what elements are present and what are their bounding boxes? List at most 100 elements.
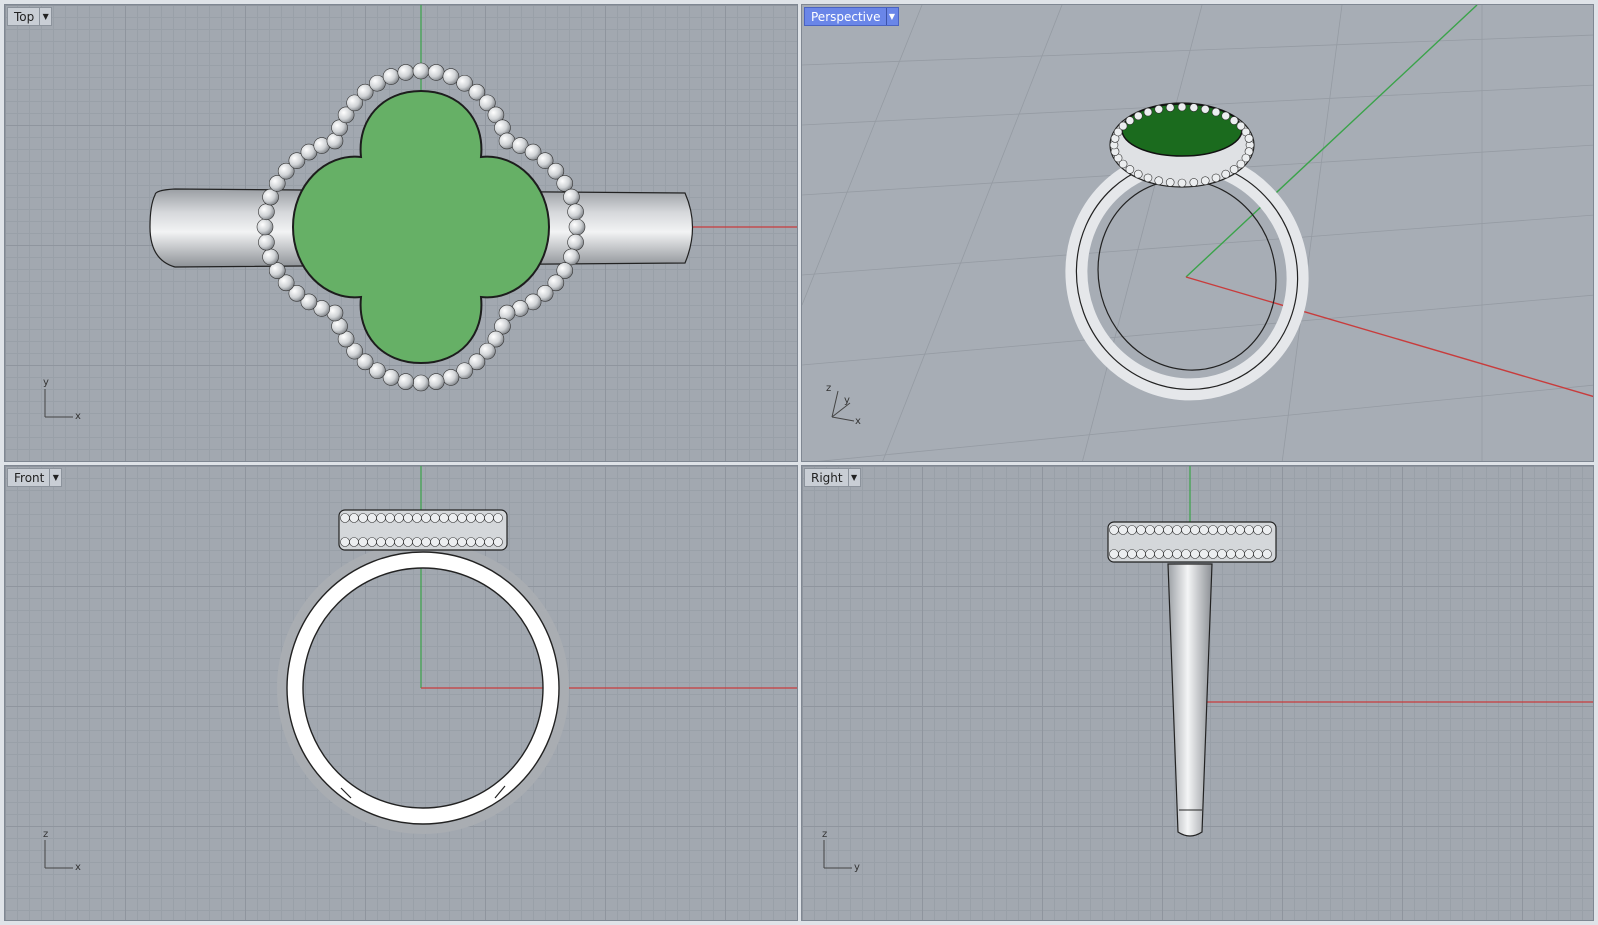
viewport-label-text: Right	[811, 470, 843, 485]
chevron-down-icon[interactable]: ▼	[49, 469, 61, 486]
bead	[1190, 525, 1200, 535]
bead	[349, 537, 359, 547]
viewport-title-top[interactable]: Top ▼	[7, 7, 53, 26]
svg-text:y: y	[844, 395, 850, 406]
bead	[258, 233, 275, 251]
bead	[1217, 525, 1227, 535]
bead	[1262, 549, 1272, 559]
bead	[430, 513, 440, 523]
bead	[1236, 159, 1246, 169]
bead	[412, 513, 422, 523]
bead	[466, 513, 476, 523]
bead	[1125, 116, 1135, 125]
bead	[1143, 107, 1153, 117]
svg-text:x: x	[75, 862, 81, 873]
bead	[1229, 116, 1239, 125]
clover-gem	[291, 89, 551, 365]
bead	[1154, 549, 1164, 559]
bead	[412, 537, 422, 547]
bead	[439, 537, 449, 547]
bead	[567, 203, 584, 221]
bead	[256, 218, 274, 236]
bead	[1145, 549, 1155, 559]
chevron-down-icon[interactable]: ▼	[885, 8, 898, 25]
bead	[385, 513, 395, 523]
bead	[367, 513, 377, 523]
bead	[1177, 178, 1187, 188]
bead	[567, 233, 584, 251]
bead	[1189, 103, 1199, 112]
bead	[427, 373, 445, 390]
bead	[385, 537, 395, 547]
svg-text:z: z	[822, 829, 827, 840]
bead	[1189, 178, 1199, 187]
bead	[1118, 525, 1128, 535]
bead	[397, 64, 415, 81]
svg-text:z: z	[43, 829, 48, 840]
bead	[1109, 549, 1119, 559]
bead	[1118, 121, 1128, 131]
bead	[421, 537, 431, 547]
bead	[1165, 103, 1175, 112]
bead	[1199, 525, 1209, 535]
bead	[1200, 176, 1210, 186]
top-view-scene: y x	[43, 5, 797, 422]
front-view-scene: z x	[43, 466, 797, 873]
bead	[1172, 549, 1182, 559]
bead	[258, 203, 275, 221]
viewport-title-perspective[interactable]: Perspective ▼	[804, 7, 899, 26]
bead	[403, 513, 413, 523]
viewport-right[interactable]: Right ▼ z y	[801, 465, 1594, 921]
viewport-front[interactable]: Front ▼ z x	[4, 465, 798, 921]
clover-gem	[1121, 103, 1243, 157]
bead	[1154, 525, 1164, 535]
bead	[358, 537, 368, 547]
bead	[1211, 173, 1221, 183]
bead	[1217, 549, 1227, 559]
bead	[1154, 104, 1164, 114]
bead	[1136, 525, 1146, 535]
chevron-down-icon[interactable]: ▼	[39, 8, 51, 25]
viewport-perspective[interactable]: Perspective ▼ z y x	[801, 4, 1594, 462]
bead	[1143, 173, 1153, 183]
bead	[1163, 525, 1173, 535]
bead	[563, 188, 580, 206]
svg-text:y: y	[854, 862, 860, 873]
svg-text:z: z	[826, 383, 831, 394]
bead	[1262, 525, 1272, 535]
bead	[1127, 549, 1137, 559]
bead	[1244, 134, 1254, 143]
svg-text:x: x	[75, 411, 81, 422]
chevron-down-icon[interactable]: ▼	[847, 469, 860, 486]
bead	[1226, 549, 1236, 559]
bead	[1163, 549, 1173, 559]
bead	[376, 537, 386, 547]
viewport-top[interactable]: Top ▼ y x	[4, 4, 798, 462]
bead	[1154, 176, 1164, 186]
bead	[412, 374, 430, 392]
bead	[1200, 104, 1210, 114]
bead	[1244, 525, 1254, 535]
bead	[367, 537, 377, 547]
bead	[1235, 525, 1245, 535]
bead	[403, 537, 413, 547]
viewport-title-front[interactable]: Front ▼	[7, 468, 63, 487]
bead	[1226, 525, 1236, 535]
perspective-scene: z y x	[802, 5, 1593, 461]
bead	[457, 537, 467, 547]
viewport-title-right[interactable]: Right ▼	[804, 468, 861, 487]
bead	[340, 513, 350, 523]
bead	[376, 513, 386, 523]
bead	[484, 513, 494, 523]
bead	[1253, 525, 1263, 535]
bead	[1172, 525, 1182, 535]
viewport-label-text: Perspective	[811, 9, 881, 24]
bead	[568, 218, 586, 236]
bead	[1136, 549, 1146, 559]
bead	[1118, 549, 1128, 559]
bead	[1208, 549, 1218, 559]
right-view-scene: z y	[822, 466, 1593, 873]
bead	[466, 537, 476, 547]
bead	[349, 513, 359, 523]
bead	[340, 537, 350, 547]
